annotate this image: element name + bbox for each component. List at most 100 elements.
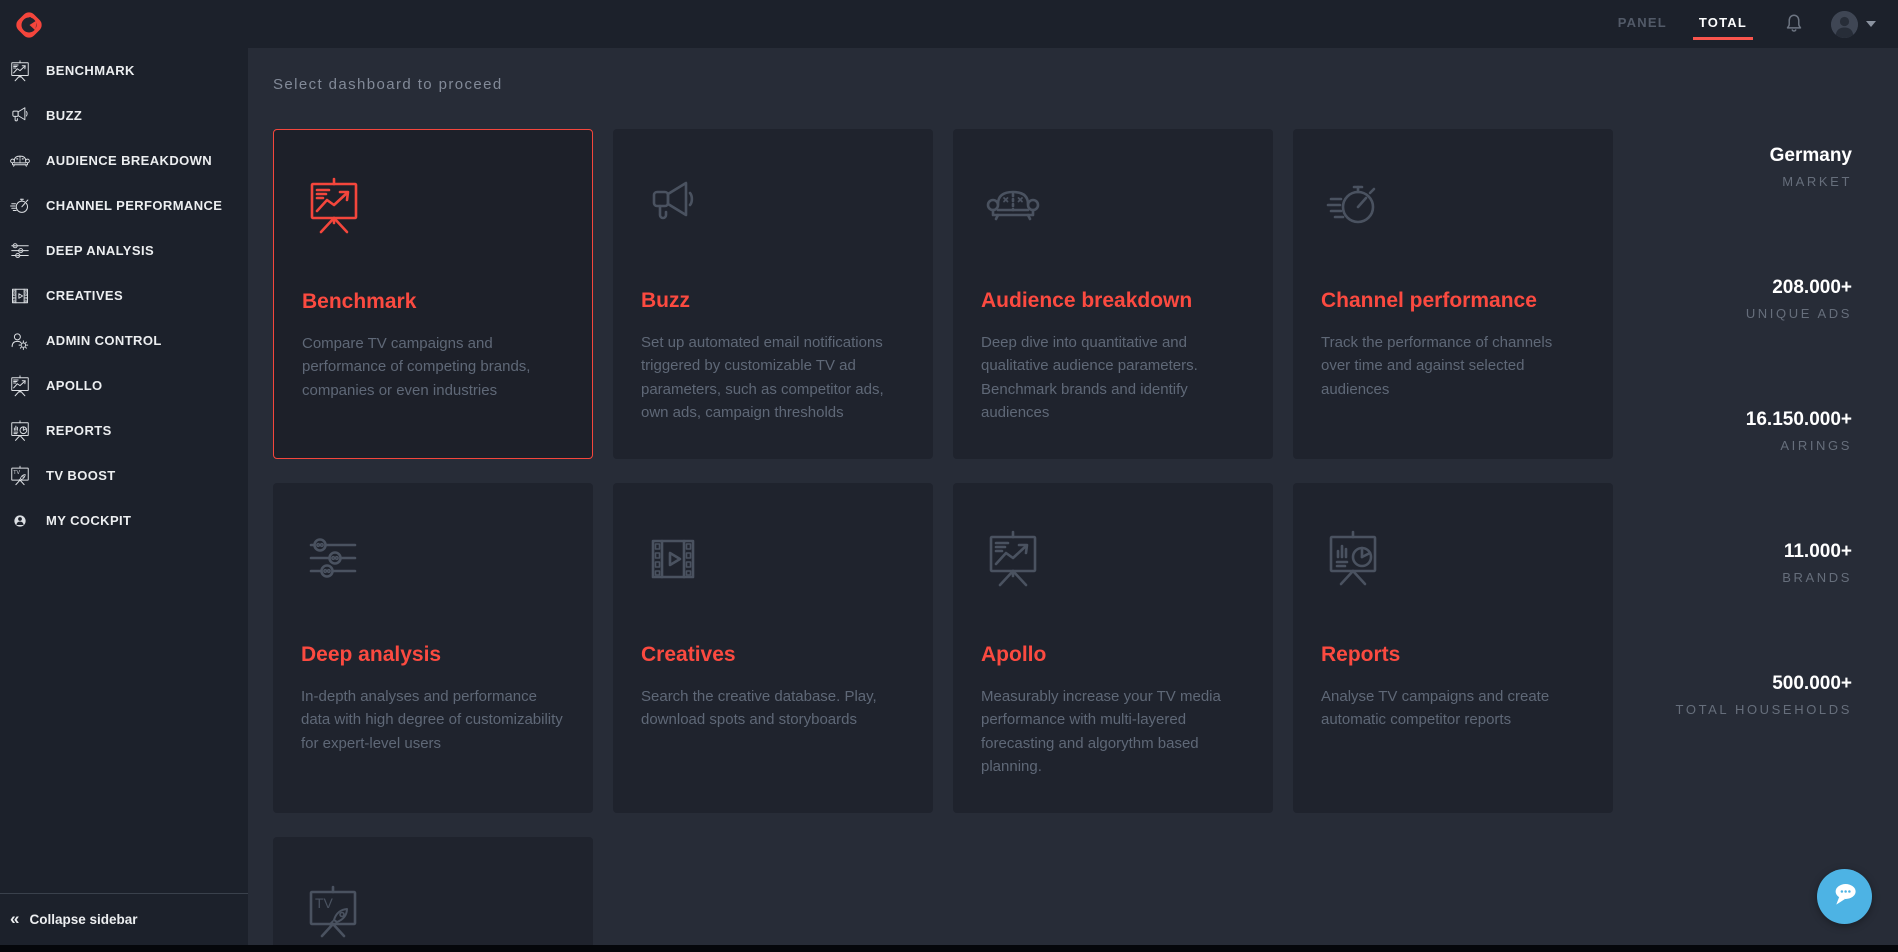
sidebar-item-label: DEEP ANALYSIS: [46, 243, 155, 258]
sidebar-item[interactable]: BUZZ: [0, 93, 248, 138]
sidebar: BENCHMARK BUZZ AUDIENCE BREAKDOWN CHANNE…: [0, 48, 248, 952]
market-stats-panel: Germany MARKET 208.000+ UNIQUE ADS 16.15…: [1676, 145, 1852, 805]
tab-total[interactable]: TOTAL: [1692, 9, 1754, 40]
megaphone-icon: [641, 173, 705, 237]
stat-value: 16.150.000+: [1745, 409, 1852, 430]
tv-rocket-icon: TV: [8, 464, 32, 488]
sidebar-item[interactable]: MY COCKPIT: [0, 498, 248, 543]
dashboard-card[interactable]: Channel performance Track the performanc…: [1293, 129, 1613, 459]
sidebar-item[interactable]: REPORTS: [0, 408, 248, 453]
sidebar-item[interactable]: DEEP ANALYSIS: [0, 228, 248, 273]
user-circle-icon: [8, 509, 32, 533]
view-tabs: PANEL TOTAL: [1616, 9, 1754, 40]
stopwatch-icon: [1321, 173, 1385, 237]
caret-down-icon: [1866, 21, 1876, 27]
collapse-sidebar-label: Collapse sidebar: [29, 911, 138, 927]
sidebar-item[interactable]: AUDIENCE BREAKDOWN: [0, 138, 248, 183]
dashboard-card[interactable]: Audience breakdown Deep dive into quanti…: [953, 129, 1273, 459]
sidebar-item-label: BENCHMARK: [46, 63, 135, 78]
presentation-chart-icon: [8, 59, 32, 83]
dashboard-card[interactable]: Buzz Set up automated email notification…: [613, 129, 933, 459]
presentation-chart-icon: [8, 374, 32, 398]
sidebar-item[interactable]: CHANNEL PERFORMANCE: [0, 183, 248, 228]
stat-label: AIRINGS: [1780, 438, 1852, 453]
presentation-chart-icon: [302, 174, 366, 238]
sidebar-item[interactable]: TV TV BOOST: [0, 453, 248, 498]
sidebar-item-label: CREATIVES: [46, 288, 124, 303]
sidebar-item[interactable]: CREATIVES: [0, 273, 248, 318]
sidebar-item-label: AUDIENCE BREAKDOWN: [46, 153, 213, 168]
sliders-icon: [301, 527, 365, 591]
main-content: Select dashboard to proceed Benchmark Co…: [248, 48, 1898, 952]
megaphone-icon: [8, 104, 32, 128]
stat-block: Germany MARKET: [1676, 145, 1852, 189]
stat-block: 16.150.000+ AIRINGS: [1676, 409, 1852, 453]
sidebar-item-label: BUZZ: [46, 108, 83, 123]
stat-label: UNIQUE ADS: [1745, 306, 1852, 321]
card-description: Search the creative database. Play, down…: [641, 688, 877, 729]
stat-value: Germany: [1769, 145, 1852, 166]
dashboard-card-grid: Benchmark Compare TV campaigns and perfo…: [273, 129, 1898, 952]
presentation-report-icon: [1321, 527, 1385, 591]
stat-block: 11.000+ BRANDS: [1676, 541, 1852, 585]
card-title: Creatives: [641, 643, 736, 666]
stat-block: 500.000+ TOTAL HOUSEHOLDS: [1676, 673, 1852, 717]
user-avatar: [1831, 10, 1858, 38]
card-description: Track the performance of channels over t…: [1321, 334, 1553, 398]
filmstrip-icon: [8, 284, 32, 308]
svg-text:TV: TV: [13, 470, 20, 476]
chat-widget-button[interactable]: [1817, 869, 1872, 924]
card-description: Measurably increase your TV media perfor…: [981, 688, 1221, 775]
card-title: Channel performance: [1321, 289, 1537, 312]
dashboard-card[interactable]: TV: [273, 837, 593, 952]
card-description: Analyse TV campaigns and create automati…: [1321, 688, 1550, 729]
svg-text:TV: TV: [315, 895, 334, 911]
sidebar-item-label: TV BOOST: [46, 468, 116, 483]
sliders-icon: [8, 239, 32, 263]
notification-bell-icon[interactable]: [1783, 12, 1805, 36]
collapse-sidebar-button[interactable]: « Collapse sidebar: [0, 893, 248, 945]
dashboard-card[interactable]: Creatives Search the creative database. …: [613, 483, 933, 813]
brand-logo[interactable]: [13, 9, 45, 41]
user-gear-icon: [8, 329, 32, 353]
dashboard-card[interactable]: Deep analysis In-depth analyses and perf…: [273, 483, 593, 813]
sidebar-item[interactable]: APOLLO: [0, 363, 248, 408]
card-title: Audience breakdown: [981, 289, 1193, 312]
stopwatch-icon: [8, 194, 32, 218]
sidebar-nav: BENCHMARK BUZZ AUDIENCE BREAKDOWN CHANNE…: [0, 48, 248, 543]
card-description: Set up automated email notifications tri…: [641, 334, 884, 421]
window-bottom-edge: [0, 945, 1898, 952]
top-bar: PANEL TOTAL: [0, 0, 1898, 48]
card-description: In-depth analyses and performance data w…: [301, 688, 563, 752]
sidebar-item-label: MY COCKPIT: [46, 513, 132, 528]
stat-value: 500.000+: [1772, 673, 1852, 694]
card-description: Compare TV campaigns and performance of …: [302, 335, 531, 399]
stat-label: BRANDS: [1782, 570, 1852, 585]
card-title: Benchmark: [302, 290, 417, 313]
page-title: Select dashboard to proceed: [273, 76, 503, 93]
card-title: Apollo: [981, 643, 1047, 666]
tab-panel[interactable]: PANEL: [1616, 9, 1669, 40]
sidebar-item[interactable]: ADMIN CONTROL: [0, 318, 248, 363]
filmstrip-icon: [641, 527, 705, 591]
card-description: Deep dive into quantitative and qualitat…: [981, 334, 1198, 421]
dashboard-card[interactable]: Reports Analyse TV campaigns and create …: [1293, 483, 1613, 813]
sidebar-item-label: ADMIN CONTROL: [46, 333, 162, 348]
dashboard-card[interactable]: Apollo Measurably increase your TV media…: [953, 483, 1273, 813]
user-menu[interactable]: [1831, 10, 1876, 38]
card-title: Buzz: [641, 289, 690, 312]
tv-rocket-icon: TV: [301, 881, 365, 945]
sidebar-item[interactable]: BENCHMARK: [0, 48, 248, 93]
chevron-double-left-icon: «: [10, 909, 20, 928]
sidebar-item-label: REPORTS: [46, 423, 112, 438]
sidebar-item-label: APOLLO: [46, 378, 103, 393]
presentation-chart-icon: [981, 527, 1045, 591]
stat-block: 208.000+ UNIQUE ADS: [1676, 277, 1852, 321]
sofa-icon: [8, 149, 32, 173]
chat-bubble-icon: [1828, 879, 1862, 914]
stat-label: TOTAL HOUSEHOLDS: [1675, 702, 1852, 717]
card-title: Deep analysis: [301, 643, 442, 666]
sofa-icon: [981, 173, 1045, 237]
dashboard-card[interactable]: Benchmark Compare TV campaigns and perfo…: [273, 129, 593, 459]
card-title: Reports: [1321, 643, 1401, 666]
